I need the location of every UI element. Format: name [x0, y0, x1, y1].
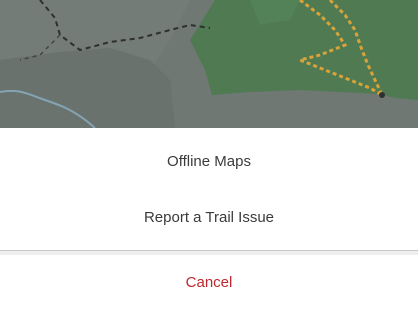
- park-area: [190, 0, 418, 100]
- report-trail-issue-option[interactable]: Report a Trail Issue: [0, 193, 418, 250]
- map-background[interactable]: [0, 0, 418, 128]
- offline-maps-option[interactable]: Offline Maps: [0, 128, 418, 193]
- action-sheet-menu: Offline Maps Report a Trail Issue: [0, 128, 418, 251]
- cancel-button[interactable]: Cancel: [0, 255, 418, 310]
- map-image: [0, 0, 418, 128]
- screen: Offline Maps Report a Trail Issue Cancel: [0, 0, 418, 310]
- action-sheet: Offline Maps Report a Trail Issue Cancel: [0, 128, 418, 310]
